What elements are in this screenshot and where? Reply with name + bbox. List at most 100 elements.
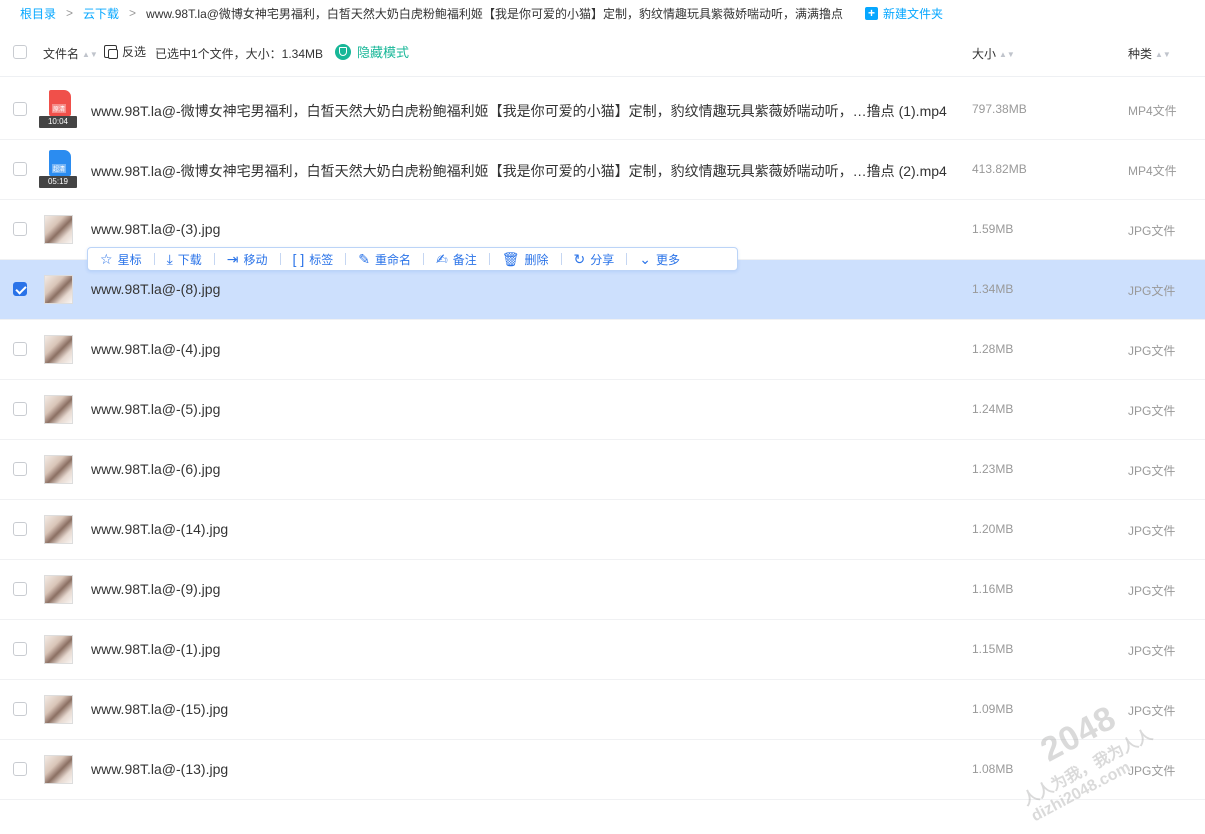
image-thumbnail[interactable] — [44, 455, 73, 484]
toolbar-button-label: 星标 — [117, 252, 142, 267]
toolbar-button-label: 标签 — [309, 252, 334, 267]
file-size: 1.16MB — [972, 582, 1014, 596]
file-name[interactable]: www.98T.la@-(6).jpg — [91, 461, 220, 477]
file-size: 1.34MB — [972, 282, 1014, 296]
breadcrumb: 根目录 > 云下载 > www.98T.la@微博女神宅男福利，白皙天然大奶白虎… — [20, 0, 1205, 26]
move-icon: ⇥ — [226, 251, 239, 267]
selection-action-toolbar: ☆ 星标 ⤓ 下载 ⇥ 移动 [ ] 标签 ✎ 重命名 ✍ 备注 🗑 删除 ↻ 分享 ⌄ 更多 — [87, 247, 738, 271]
image-thumbnail[interactable] — [44, 515, 73, 544]
file-size: 1.28MB — [972, 342, 1014, 356]
toolbar-button-trash[interactable]: 🗑 删除 — [490, 248, 561, 270]
size-column-label: 大小 — [972, 47, 997, 61]
file-name[interactable]: www.98T.la@-(9).jpg — [91, 581, 220, 597]
toolbar-button-label: 更多 — [656, 252, 681, 267]
file-type: JPG文件 — [1128, 704, 1176, 718]
toolbar-button-star[interactable]: ☆ 星标 — [88, 248, 154, 270]
breadcrumb-cloud-download[interactable]: 云下载 — [83, 5, 119, 22]
new-folder-button[interactable]: + 新建文件夹 — [864, 5, 943, 22]
video-file-icon: 超清 05:19 — [39, 150, 77, 188]
toolbar-button-label: 删除 — [524, 252, 549, 267]
toolbar-button-share[interactable]: ↻ 分享 — [562, 248, 627, 270]
breadcrumb-current-folder: www.98T.la@微博女神宅男福利，白皙天然大奶白虎粉鲍福利姬【我是你可爱的… — [146, 6, 843, 21]
file-name[interactable]: www.98T.la@-(1).jpg — [91, 641, 220, 657]
file-name[interactable]: www.98T.la@-(13).jpg — [91, 761, 228, 777]
image-thumbnail[interactable] — [44, 335, 73, 364]
file-size: 413.82MB — [972, 162, 1027, 176]
row-checkbox[interactable] — [13, 402, 27, 416]
file-row[interactable]: www.98T.la@-(15).jpg 1.09MB JPG文件 — [0, 680, 1205, 740]
file-name[interactable]: www.98T.la@-微博女神宅男福利，白皙天然大奶白虎粉鲍福利姬【我是你可爱… — [91, 101, 947, 121]
file-size: 797.38MB — [972, 102, 1027, 116]
file-type: JPG文件 — [1128, 284, 1176, 298]
file-name[interactable]: www.98T.la@-(3).jpg — [91, 221, 220, 237]
name-column-header[interactable]: 文件名 ▲▼ — [43, 45, 98, 62]
row-checkbox[interactable] — [13, 462, 27, 476]
star-icon: ☆ — [100, 251, 113, 267]
toolbar-button-chevron-down[interactable]: ⌄ 更多 — [627, 248, 692, 270]
file-row[interactable]: www.98T.la@-(1).jpg 1.15MB JPG文件 — [0, 620, 1205, 680]
toolbar-button-rename[interactable]: ✎ 重命名 — [346, 248, 423, 270]
file-name[interactable]: www.98T.la@-微博女神宅男福利，白皙天然大奶白虎粉鲍福利姬【我是你可爱… — [91, 161, 947, 181]
sort-icon: ▲▼ — [999, 50, 1015, 59]
file-type: JPG文件 — [1128, 344, 1176, 358]
file-name[interactable]: www.98T.la@-(14).jpg — [91, 521, 228, 537]
file-row[interactable]: www.98T.la@-(4).jpg 1.28MB JPG文件 — [0, 320, 1205, 380]
file-row[interactable]: www.98T.la@-(14).jpg 1.20MB JPG文件 — [0, 500, 1205, 560]
file-size: 1.23MB — [972, 462, 1014, 476]
file-row[interactable]: www.98T.la@-(13).jpg 1.08MB JPG文件 — [0, 740, 1205, 800]
image-thumbnail[interactable] — [44, 695, 73, 724]
file-size: 1.09MB — [972, 702, 1014, 716]
file-type: JPG文件 — [1128, 644, 1176, 658]
file-row[interactable]: 超清 05:19 www.98T.la@-微博女神宅男福利，白皙天然大奶白虎粉鲍福利… — [0, 140, 1205, 200]
toolbar-button-tag[interactable]: [ ] 标签 — [281, 248, 346, 270]
file-type: JPG文件 — [1128, 584, 1176, 598]
note-icon: ✍ — [435, 251, 448, 267]
selection-info: 已选中1个文件，大小：1.34MB — [155, 47, 324, 61]
image-thumbnail[interactable] — [44, 215, 73, 244]
file-row[interactable]: 原清 10:04 www.98T.la@-微博女神宅男福利，白皙天然大奶白虎粉鲍福利… — [0, 80, 1205, 140]
file-row[interactable]: www.98T.la@-(9).jpg 1.16MB JPG文件 — [0, 560, 1205, 620]
image-thumbnail[interactable] — [44, 635, 73, 664]
quality-badge: 原清 — [52, 104, 67, 113]
file-row[interactable]: www.98T.la@-(6).jpg 1.23MB JPG文件 — [0, 440, 1205, 500]
row-checkbox[interactable] — [13, 162, 27, 176]
toolbar-button-label: 重命名 — [374, 252, 411, 267]
invert-select-button[interactable]: 反选 — [104, 43, 146, 60]
row-checkbox[interactable] — [13, 222, 27, 236]
row-checkbox[interactable] — [13, 762, 27, 776]
row-checkbox[interactable] — [13, 522, 27, 536]
image-thumbnail[interactable] — [44, 755, 73, 784]
file-row[interactable]: www.98T.la@-(5).jpg 1.24MB JPG文件 — [0, 380, 1205, 440]
file-name[interactable]: www.98T.la@-(15).jpg — [91, 701, 228, 717]
select-all-checkbox[interactable] — [13, 45, 27, 59]
toolbar-button-note[interactable]: ✍ 备注 — [424, 248, 489, 270]
breadcrumb-root[interactable]: 根目录 — [20, 5, 56, 22]
image-thumbnail[interactable] — [44, 275, 73, 304]
file-type: MP4文件 — [1128, 104, 1177, 118]
file-name[interactable]: www.98T.la@-(8).jpg — [91, 281, 220, 297]
name-column-label: 文件名 — [43, 47, 80, 61]
size-column-header[interactable]: 大小 ▲▼ — [972, 45, 1015, 62]
row-checkbox[interactable] — [13, 342, 27, 356]
image-thumbnail[interactable] — [44, 395, 73, 424]
row-checkbox[interactable] — [13, 642, 27, 656]
row-checkbox[interactable] — [13, 102, 27, 116]
file-size: 1.59MB — [972, 222, 1014, 236]
row-checkbox[interactable] — [13, 582, 27, 596]
hidden-mode-label: 隐藏模式 — [357, 45, 410, 60]
file-type: JPG文件 — [1128, 224, 1176, 238]
toolbar-button-move[interactable]: ⇥ 移动 — [215, 248, 280, 270]
type-column-header[interactable]: 种类 ▲▼ — [1128, 45, 1171, 62]
download-icon: ⤓ — [166, 251, 173, 267]
row-checkbox[interactable] — [13, 282, 27, 296]
file-type: JPG文件 — [1128, 764, 1176, 778]
toolbar-button-download[interactable]: ⤓ 下载 — [155, 248, 214, 270]
file-list-header: 文件名 ▲▼ 反选 已选中1个文件，大小：1.34MB 隐藏模式 大小 ▲▼ 种类 ▲… — [0, 28, 1205, 77]
video-file-icon: 原清 10:04 — [39, 90, 77, 128]
image-thumbnail[interactable] — [44, 575, 73, 604]
toolbar-button-label: 分享 — [590, 252, 615, 267]
file-name[interactable]: www.98T.la@-(5).jpg — [91, 401, 220, 417]
row-checkbox[interactable] — [13, 702, 27, 716]
file-name[interactable]: www.98T.la@-(4).jpg — [91, 341, 220, 357]
hidden-mode-toggle[interactable]: 隐藏模式 — [335, 42, 409, 61]
